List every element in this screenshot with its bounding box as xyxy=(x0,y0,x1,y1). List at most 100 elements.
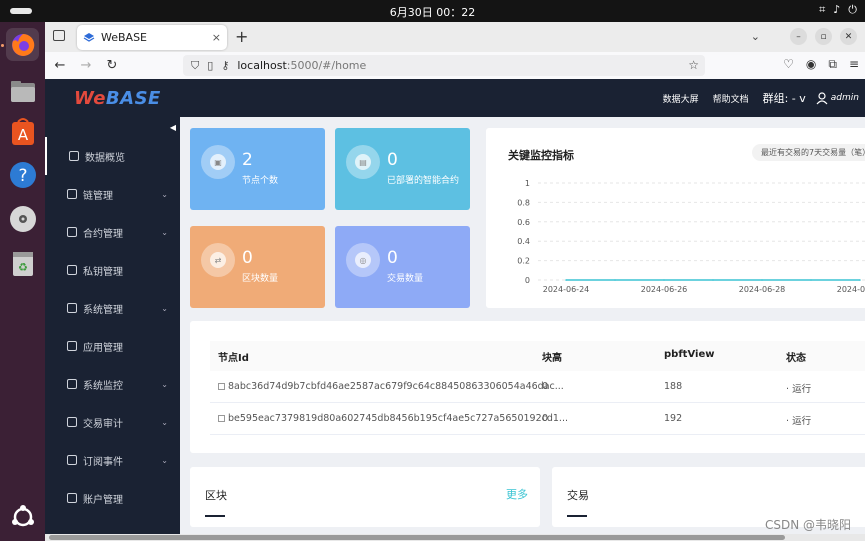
tab-close-icon[interactable]: × xyxy=(212,31,221,44)
data-point[interactable] xyxy=(614,279,616,281)
stat-card-transactions[interactable]: ◎ 0 交易数量 xyxy=(335,226,470,308)
key-icon[interactable]: ⚷ xyxy=(221,59,229,72)
chevron-down-icon: ⌄ xyxy=(161,189,168,199)
minimize-button[interactable]: – xyxy=(790,28,807,45)
webase-page: WeBASE 数据大屏 帮助文档 群组: - v admin ◀ 数据概览 链管理… xyxy=(45,79,865,541)
sidebar-item[interactable]: 系统管理 ⌄ xyxy=(45,289,180,327)
show-apps-icon[interactable] xyxy=(6,500,39,533)
maximize-button[interactable]: ▫ xyxy=(815,28,832,45)
files-icon[interactable] xyxy=(6,75,39,108)
column-header[interactable]: pbftView xyxy=(664,349,714,360)
window-controls: ⌄ – ▫ ✕ xyxy=(751,28,857,45)
tab-overflow-icon[interactable]: ⌄ xyxy=(751,30,760,43)
sidebar-item[interactable]: 应用管理 xyxy=(45,327,180,365)
extensions-icon[interactable]: ⧉ xyxy=(828,57,837,72)
blocks-more-link[interactable]: 更多 xyxy=(506,486,528,502)
close-window-button[interactable]: ✕ xyxy=(840,28,857,45)
webase-favicon-icon xyxy=(83,32,95,42)
group-select[interactable]: 群组: - v xyxy=(763,90,806,106)
sidebar-item[interactable]: 系统监控 ⌄ xyxy=(45,365,180,403)
stat-card-nodes[interactable]: ▣ 2 节点个数 xyxy=(190,128,325,210)
sidebar-item-label: 私钥管理 xyxy=(83,266,123,278)
forward-icon[interactable]: → xyxy=(75,58,97,73)
user-icon xyxy=(816,91,828,104)
tab-list-icon[interactable] xyxy=(53,30,65,41)
blocks-panel-title: 区块 xyxy=(205,489,227,502)
stat-label: 节点个数 xyxy=(242,176,279,186)
sidebar-item-label: 链管理 xyxy=(83,190,113,202)
sidebar-collapse-icon[interactable]: ◀ xyxy=(170,123,176,132)
chevron-down-icon: v xyxy=(799,92,806,105)
data-point[interactable] xyxy=(565,279,567,281)
app-center-icon[interactable]: A xyxy=(6,115,39,148)
node-id-cell[interactable]: be595eac7379819d80a602745db8456b195cf4ae… xyxy=(218,413,568,424)
network-icon[interactable]: ⌗ xyxy=(819,3,825,17)
account-icon[interactable]: ◉ xyxy=(806,57,816,72)
sidebar-item[interactable]: 私钥管理 xyxy=(45,251,180,289)
disc-icon[interactable] xyxy=(6,202,39,235)
shield-icon[interactable]: ⛉ xyxy=(191,59,199,73)
stat-label: 区块数量 xyxy=(242,274,279,284)
chevron-down-icon: ⌄ xyxy=(161,417,168,427)
copy-icon[interactable] xyxy=(218,383,225,390)
sidebar-item[interactable]: 交易审计 ⌄ xyxy=(45,403,180,441)
y-tick-label: 0.8 xyxy=(517,198,530,207)
stat-card-blocks[interactable]: ⇄ 0 区块数量 xyxy=(190,226,325,308)
address-bar[interactable]: ⛉ ▯ ⚷ localhost :5000/#/home ☆ xyxy=(183,55,705,76)
data-point[interactable] xyxy=(859,279,861,281)
help-icon[interactable]: ? xyxy=(6,158,39,191)
stat-card-contracts[interactable]: ▤ 0 已部署的智能合约 xyxy=(335,128,470,210)
trash-icon[interactable]: ♻ xyxy=(6,246,39,279)
sidebar-item[interactable]: 链管理 ⌄ xyxy=(45,175,180,213)
scrollbar-thumb[interactable] xyxy=(49,535,785,540)
sidebar-item-label: 应用管理 xyxy=(83,342,123,354)
sidebar-item[interactable]: 数据概览 xyxy=(45,137,180,175)
status-dot-icon: · xyxy=(786,416,790,427)
user-menu[interactable]: admin xyxy=(816,91,859,105)
menu-icon[interactable]: ≡ xyxy=(849,57,859,72)
back-icon[interactable]: ← xyxy=(49,58,71,73)
volume-icon[interactable]: ♪ xyxy=(833,3,840,17)
system-top-bar: 6月30日 00：22 ⌗ ♪ ⏻ xyxy=(0,0,865,22)
firefox-icon[interactable] xyxy=(6,28,39,61)
url-host: localhost xyxy=(237,59,287,72)
system-clock[interactable]: 6月30日 00：22 xyxy=(0,4,865,20)
chevron-down-icon: ⌄ xyxy=(161,455,168,465)
node-id-cell[interactable]: 8abc36d74d9b7cbfd46ae2587ac679f9c64c8845… xyxy=(218,381,564,392)
monitor-card: 关键监控指标 最近有交易的7天交易量（笔） 1 0.8 0.6 0.4 0.2 0 2024… xyxy=(486,128,865,308)
column-header[interactable]: 块高 xyxy=(542,349,562,364)
bookmark-star-icon[interactable]: ☆ xyxy=(688,58,699,72)
bar-chart-icon xyxy=(67,417,77,427)
blocks-panel: 区块 更多 xyxy=(190,467,540,527)
reload-icon[interactable]: ↻ xyxy=(101,58,123,73)
pbft-view-cell: 188 xyxy=(664,381,683,392)
data-point[interactable] xyxy=(810,279,812,281)
sidebar-item[interactable]: 订阅事件 ⌄ xyxy=(45,441,180,479)
sidebar-item[interactable]: 账户管理 xyxy=(45,479,180,517)
x-tick-label: 2024-06-28 xyxy=(739,285,786,294)
help-docs-link[interactable]: 帮助文档 xyxy=(713,92,749,105)
big-screen-link[interactable]: 数据大屏 xyxy=(663,92,699,105)
block-icon: ⇄ xyxy=(210,252,226,268)
system-tray[interactable]: ⌗ ♪ ⏻ xyxy=(819,3,857,17)
home-icon xyxy=(69,151,79,161)
sidebar-item-label: 合约管理 xyxy=(83,228,123,240)
tab-webase[interactable]: WeBASE × xyxy=(77,25,227,50)
new-tab-button[interactable]: + xyxy=(235,27,248,46)
chevron-down-icon: ⌄ xyxy=(161,303,168,313)
sidebar-item[interactable]: 合约管理 ⌄ xyxy=(45,213,180,251)
power-icon[interactable]: ⏻ xyxy=(848,3,857,17)
copy-icon[interactable] xyxy=(218,415,225,422)
data-point[interactable] xyxy=(663,279,665,281)
data-point[interactable] xyxy=(712,279,714,281)
column-header[interactable]: 状态 xyxy=(786,349,806,364)
x-tick-label: 2024-06-30 xyxy=(837,285,865,294)
watermark: CSDN @韦晓阳 xyxy=(764,518,851,532)
data-point[interactable] xyxy=(761,279,763,281)
horizontal-scrollbar[interactable] xyxy=(45,534,865,541)
y-tick-label: 1 xyxy=(525,179,530,188)
shield-icon xyxy=(67,303,77,313)
pocket-icon[interactable]: ♡ xyxy=(783,57,794,72)
webase-logo[interactable]: WeBASE xyxy=(74,88,161,109)
column-header[interactable]: 节点Id xyxy=(218,349,249,364)
